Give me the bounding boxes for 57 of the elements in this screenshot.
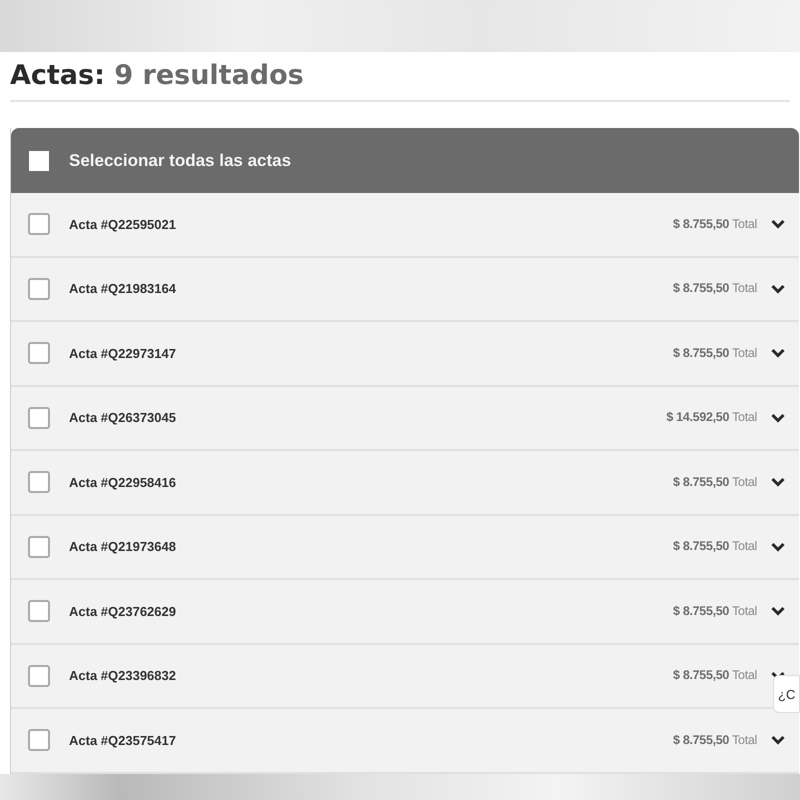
total-label: Total [732, 474, 757, 491]
total-label: Total [732, 216, 757, 233]
total-label: Total [732, 602, 757, 620]
acta-title: Acta #Q21973648 [69, 538, 176, 556]
total-label: Total [732, 538, 757, 556]
amount: $ 8.755,50 [673, 602, 730, 620]
acta-title: Acta #Q21983164 [69, 280, 176, 298]
chevron-down-icon[interactable] [771, 284, 785, 294]
chevron-down-icon[interactable] [771, 735, 785, 746]
row-checkbox[interactable] [28, 729, 50, 752]
row-checkbox[interactable] [28, 278, 50, 300]
row-checkbox[interactable] [28, 600, 50, 622]
amount: $ 8.755,50 [673, 216, 730, 233]
amount: $ 8.755,50 [673, 280, 730, 298]
amount: $ 8.755,50 [673, 538, 730, 556]
acta-title: Acta #Q22973147 [69, 344, 176, 362]
acta-row[interactable]: Acta #Q23762629 $ 8.755,50 Total [11, 580, 799, 644]
amount: $ 8.755,50 [673, 667, 730, 684]
acta-title: Acta #Q22595021 [69, 216, 176, 234]
chat-tab[interactable]: ¿C [773, 675, 800, 713]
row-checkbox[interactable] [28, 471, 50, 494]
row-checkbox[interactable] [28, 342, 50, 364]
amount: $ 8.755,50 [673, 474, 730, 491]
acta-title: Acta #Q23762629 [69, 602, 176, 620]
chevron-down-icon[interactable] [771, 477, 785, 488]
row-checkbox[interactable] [28, 406, 50, 429]
row-checkbox[interactable] [28, 213, 50, 236]
acta-title: Acta #Q23575417 [69, 732, 176, 750]
chevron-down-icon[interactable] [771, 348, 785, 358]
total-label: Total [732, 409, 757, 426]
chevron-down-icon[interactable] [771, 542, 785, 552]
select-all-label: Seleccionar todas las actas [69, 150, 292, 172]
acta-row[interactable]: Acta #Q21973648 $ 8.755,50 Total [11, 516, 799, 580]
total-label: Total [732, 732, 757, 749]
acta-row[interactable]: Acta #Q23575417 $ 8.755,50 Total [11, 709, 799, 774]
amount: $ 14.592,50 [666, 409, 730, 426]
acta-row[interactable]: Acta #Q22973147 $ 8.755,50 Total [11, 322, 799, 386]
page-heading: Actas: [10, 58, 105, 93]
acta-row[interactable]: Acta #Q26373045 $ 14.592,50 Total [11, 386, 799, 451]
acta-row[interactable]: Acta #Q22595021 $ 8.755,50 Total [11, 193, 799, 258]
total-label: Total [732, 667, 757, 684]
row-checkbox[interactable] [28, 536, 50, 558]
chevron-down-icon[interactable] [771, 412, 785, 423]
acta-title: Acta #Q22958416 [69, 474, 176, 492]
chevron-down-icon[interactable] [771, 219, 785, 230]
acta-title: Acta #Q26373045 [69, 409, 176, 427]
total-label: Total [732, 280, 757, 298]
amount: $ 8.755,50 [673, 344, 730, 362]
acta-row[interactable]: Acta #Q21983164 $ 8.755,50 Total [11, 258, 799, 322]
acta-title: Acta #Q23396832 [69, 667, 176, 685]
acta-row[interactable]: Acta #Q22958416 $ 8.755,50 Total [11, 451, 799, 516]
chevron-down-icon[interactable] [771, 606, 785, 616]
row-checkbox[interactable] [28, 664, 50, 687]
total-label: Total [732, 344, 757, 362]
result-count: 9 resultados [114, 58, 304, 93]
amount: $ 8.755,50 [673, 732, 730, 749]
select-all-checkbox[interactable] [29, 150, 49, 170]
